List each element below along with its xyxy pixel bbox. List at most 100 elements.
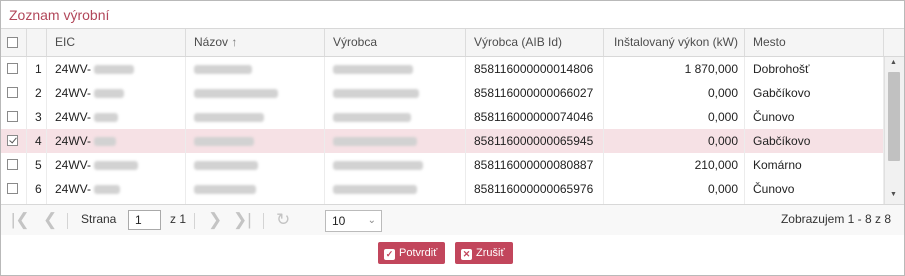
redacted-text	[94, 65, 135, 75]
row-checkbox[interactable]	[7, 111, 18, 122]
redacted-text	[94, 89, 125, 99]
redacted-text	[194, 137, 254, 147]
cell-mesto: Komárno	[745, 153, 884, 177]
redacted-text	[194, 113, 264, 123]
page-size-select[interactable]: 10 ⌄	[325, 210, 382, 232]
confirm-button-label: Potvrdiť	[399, 247, 438, 259]
table-row[interactable]: 5 24WV- 858116000000080887 210,000 Komárno	[1, 153, 884, 178]
row-checkbox[interactable]	[7, 183, 18, 194]
cell-eic: 24WV-	[47, 81, 186, 105]
row-checkbox[interactable]	[7, 135, 18, 146]
redacted-text	[333, 65, 413, 75]
eic-prefix: 24WV-	[55, 62, 92, 76]
grid-header: EIC Názov ↑ Výrobca Výrobca (AIB Id) Inš…	[1, 29, 904, 57]
cell-aib: 858116000000066027	[466, 81, 604, 105]
pager-separator	[263, 213, 264, 229]
row-select-cell	[1, 177, 27, 201]
select-all-checkbox[interactable]	[7, 37, 18, 48]
cell-mesto: Dobrohošť	[745, 57, 884, 81]
cell-nazov	[186, 129, 325, 153]
cell-vyrobca	[325, 177, 466, 201]
eic-prefix: 24WV-	[55, 86, 92, 100]
dialog-footer: ✓ Potvrdiť ✕ Zrušiť	[1, 235, 904, 275]
cancel-button[interactable]: ✕ Zrušiť	[455, 242, 513, 264]
cell-mesto: Čunovo	[745, 177, 884, 201]
cell-aib: 858116000000014806	[466, 57, 604, 81]
redacted-text	[94, 185, 121, 195]
cell-mesto: Čunovo	[745, 105, 884, 129]
redacted-text	[194, 65, 252, 75]
header-mesto[interactable]: Mesto	[745, 29, 884, 56]
production-list-dialog: Zoznam výrobní EIC Názov ↑ Výrobca Výrob…	[0, 0, 905, 276]
dialog-title: Zoznam výrobní	[9, 7, 110, 23]
table-row[interactable]: 2 24WV- 858116000000066027 0,000 Gabčíkovo	[1, 81, 884, 106]
scroll-up-icon[interactable]: ▲	[890, 59, 897, 66]
cell-vykon: 210,000	[604, 153, 745, 177]
cell-nazov	[186, 153, 325, 177]
cell-mesto: Gabčíkovo	[745, 129, 884, 153]
cell-eic: 24WV-	[47, 57, 186, 81]
pager-separator	[67, 213, 68, 229]
last-page-icon[interactable]: ❯|	[233, 210, 252, 230]
header-nazov[interactable]: Názov ↑	[186, 29, 325, 56]
row-select-cell	[1, 129, 27, 153]
cell-eic: 24WV-	[47, 129, 186, 153]
page-number-input[interactable]: 1	[128, 210, 161, 230]
cell-nazov	[186, 81, 325, 105]
page-count-label: z 1	[170, 212, 187, 226]
redacted-text	[194, 161, 258, 171]
header-vykon[interactable]: Inštalovaný výkon (kW)	[604, 29, 745, 56]
check-icon: ✓	[384, 249, 395, 260]
cell-vyrobca	[325, 129, 466, 153]
table-row[interactable]: 6 24WV- 858116000000065976 0,000 Čunovo	[1, 177, 884, 202]
next-page-icon[interactable]: ❯	[208, 210, 222, 230]
cell-aib: 858116000000065945	[466, 129, 604, 153]
cell-nazov	[186, 177, 325, 201]
cell-aib: 858116000000065976	[466, 177, 604, 201]
row-number: 4	[27, 129, 47, 153]
scroll-down-icon[interactable]: ▼	[890, 191, 897, 198]
header-select-all	[1, 29, 27, 56]
cell-aib: 858116000000080887	[466, 153, 604, 177]
header-aib[interactable]: Výrobca (AIB Id)	[466, 29, 604, 56]
cell-vykon: 0,000	[604, 177, 745, 201]
page-label: Strana	[81, 212, 117, 226]
previous-page-icon[interactable]: ❮	[43, 210, 57, 230]
row-number: 2	[27, 81, 47, 105]
row-number: 1	[27, 57, 47, 81]
redacted-text	[333, 137, 417, 147]
cell-vykon: 0,000	[604, 129, 745, 153]
scrollbar-thumb[interactable]	[888, 72, 900, 161]
row-checkbox[interactable]	[7, 63, 18, 74]
cell-nazov	[186, 57, 325, 81]
cell-eic: 24WV-	[47, 177, 186, 201]
cell-aib: 858116000000074046	[466, 105, 604, 129]
pager-toolbar: |❮ ❮ Strana 1 z 1 ❯ ❯| ↻ 10 ⌄ Zobrazujem…	[1, 204, 904, 235]
row-number: 6	[27, 177, 47, 201]
header-rownum	[27, 29, 47, 56]
cell-vykon: 1 870,000	[604, 57, 745, 81]
refresh-icon[interactable]: ↻	[276, 210, 290, 230]
header-vyrobca[interactable]: Výrobca	[325, 29, 466, 56]
vertical-scrollbar[interactable]: ▲ ▼	[884, 57, 904, 205]
row-select-cell	[1, 81, 27, 105]
production-grid: EIC Názov ↑ Výrobca Výrobca (AIB Id) Inš…	[1, 28, 904, 205]
redacted-text	[94, 113, 119, 123]
redacted-text	[94, 137, 117, 147]
table-row[interactable]: 4 24WV- 858116000000065945 0,000 Gabčíkovo	[1, 129, 884, 154]
row-checkbox[interactable]	[7, 159, 18, 170]
cell-vyrobca	[325, 153, 466, 177]
cancel-button-label: Zrušiť	[476, 247, 505, 259]
sort-ascending-icon: ↑	[231, 35, 238, 49]
first-page-icon[interactable]: |❮	[11, 210, 30, 230]
table-row[interactable]: 3 24WV- 858116000000074046 0,000 Čunovo	[1, 105, 884, 130]
cell-vyrobca	[325, 57, 466, 81]
row-number: 5	[27, 153, 47, 177]
header-eic[interactable]: EIC	[47, 29, 186, 56]
paging-status: Zobrazujem 1 - 8 z 8	[780, 212, 891, 226]
confirm-button[interactable]: ✓ Potvrdiť	[378, 242, 446, 264]
table-row[interactable]: 1 24WV- 858116000000014806 1 870,000 Dobroho…	[1, 57, 884, 82]
row-checkbox[interactable]	[7, 87, 18, 98]
page-size-value: 10	[332, 214, 346, 228]
cell-nazov	[186, 105, 325, 129]
